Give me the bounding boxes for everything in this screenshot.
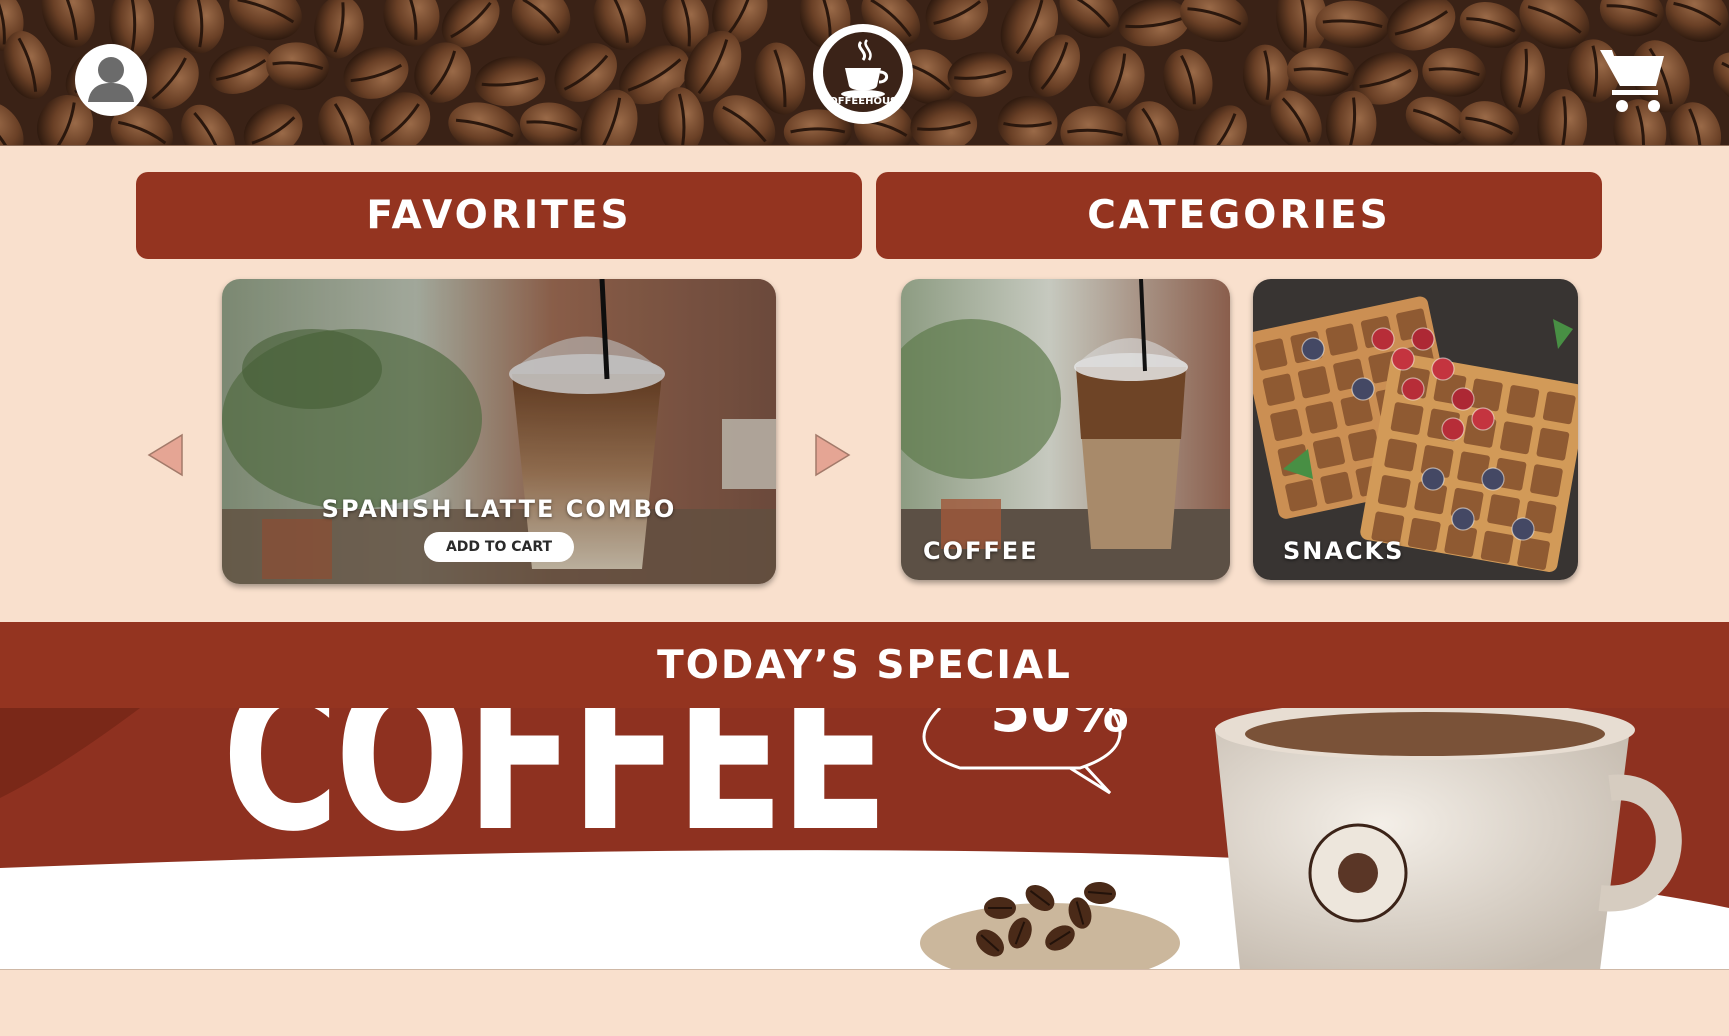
user-profile-icon xyxy=(77,46,145,114)
category-label-snacks: SNACKS xyxy=(1283,537,1405,565)
header-bar: COFFEEHOUSE xyxy=(0,0,1729,146)
waffles-category-photo xyxy=(1253,279,1578,580)
carousel-prev-button[interactable] xyxy=(146,432,186,478)
shopping-cart-icon xyxy=(1600,50,1664,112)
banner-discount-text: 50% xyxy=(990,708,1129,745)
special-offer-banner[interactable]: COFFEE 50% Limited Time Offer xyxy=(0,708,1729,970)
coffee-cup-logo-icon xyxy=(815,26,911,122)
logo-text: COFFEEHOUSE xyxy=(821,96,905,107)
triangle-right-icon xyxy=(815,433,851,477)
favorites-button[interactable]: FAVORITES xyxy=(136,172,862,259)
banner-limited-offer-text: Limited Time Offer xyxy=(330,914,774,968)
triangle-left-icon xyxy=(147,433,183,477)
carousel-next-button[interactable] xyxy=(812,432,852,478)
category-card-snacks[interactable]: SNACKS xyxy=(1253,279,1578,580)
category-card-coffee[interactable]: COFFEE xyxy=(901,279,1230,580)
coffeehouse-logo[interactable]: COFFEEHOUSE xyxy=(813,24,913,124)
favorite-item-card[interactable]: SPANISH LATTE COMBO ADD TO CART xyxy=(222,279,776,584)
category-label-coffee: COFFEE xyxy=(923,537,1039,565)
todays-special-heading: TODAY’S SPECIAL xyxy=(0,622,1729,708)
add-to-cart-button[interactable]: ADD TO CART xyxy=(424,532,574,562)
coffee-bean xyxy=(984,897,1016,919)
coffee-category-photo xyxy=(901,279,1230,580)
banner-coffee-word: COFFEE xyxy=(222,708,889,877)
cart-button[interactable] xyxy=(1598,44,1670,114)
favorite-item-title: SPANISH LATTE COMBO xyxy=(321,495,677,523)
profile-button[interactable] xyxy=(75,44,147,116)
categories-button[interactable]: CATEGORIES xyxy=(876,172,1602,259)
